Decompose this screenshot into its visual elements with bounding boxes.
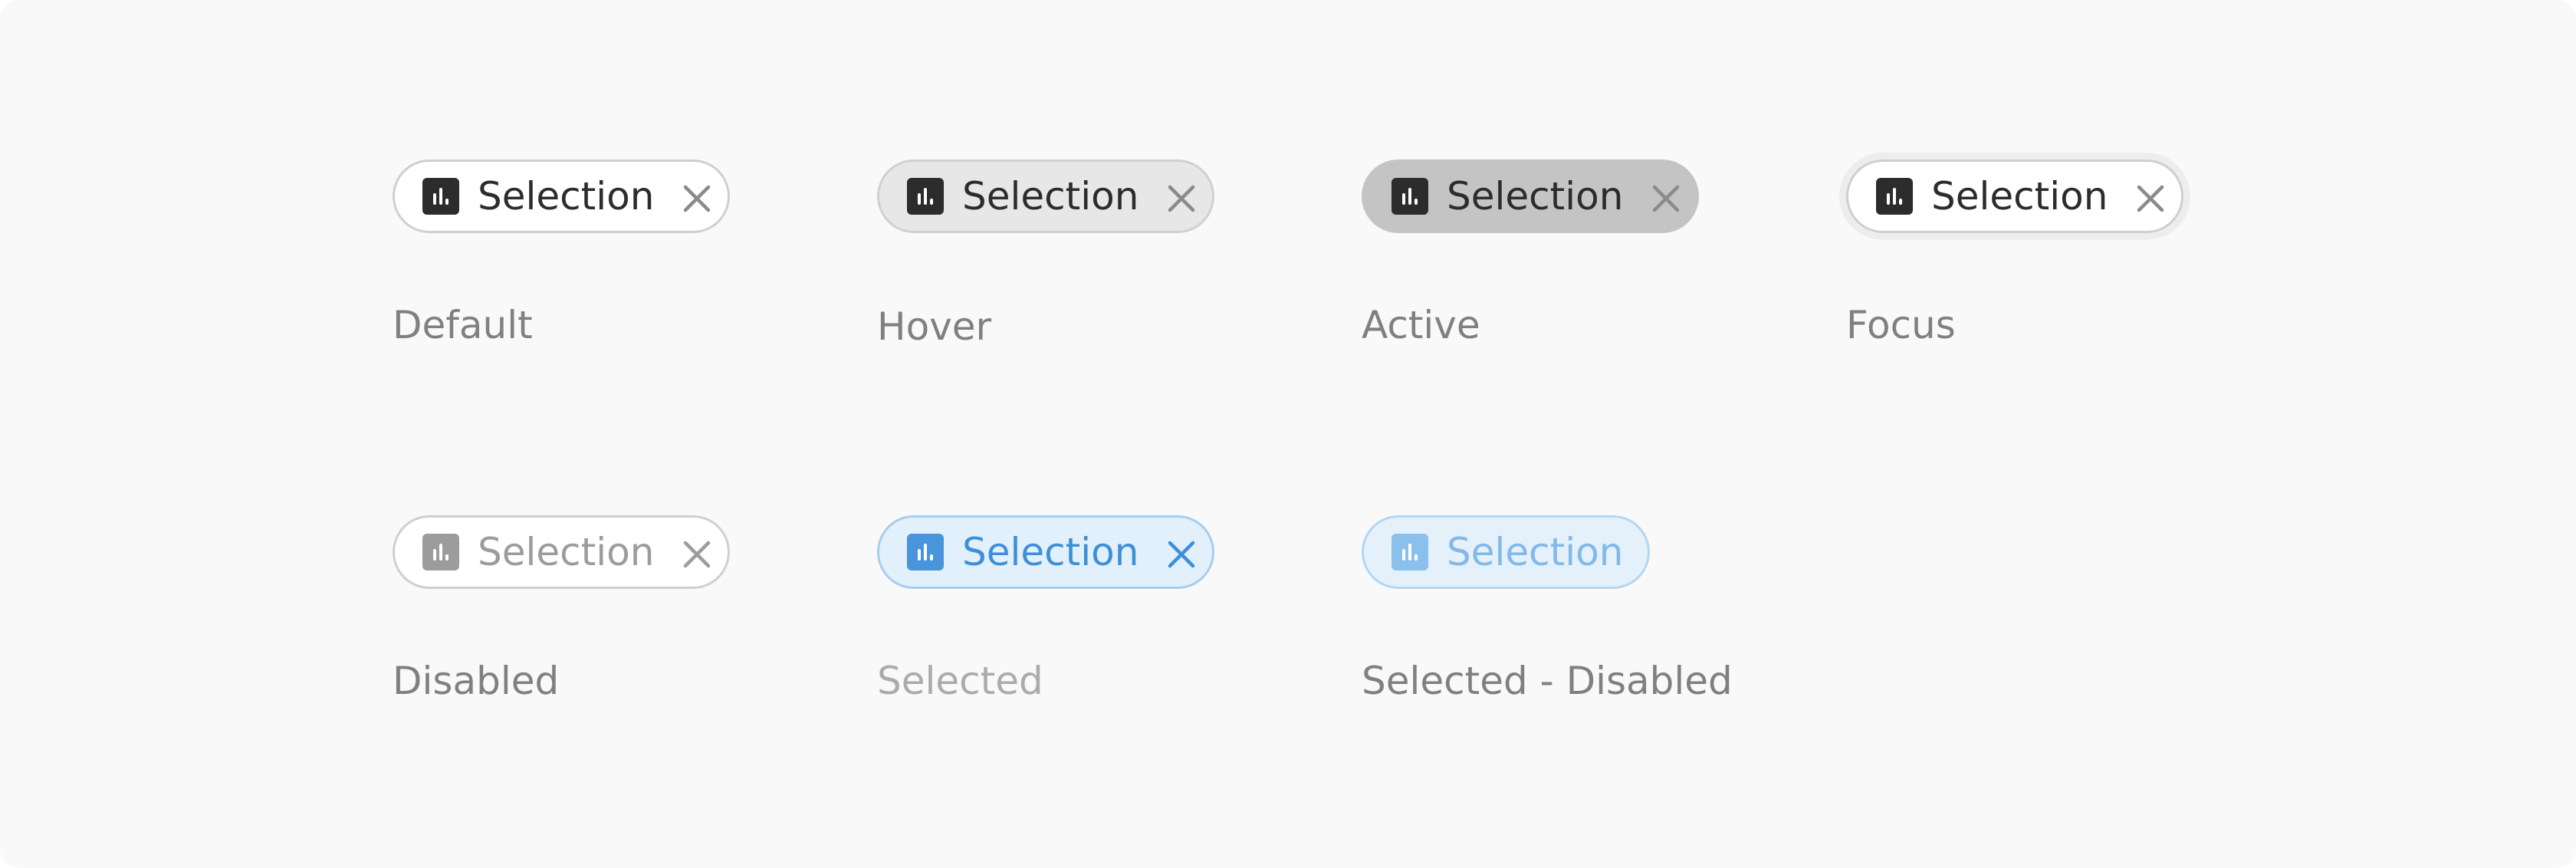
selection-chip[interactable]: Selection <box>877 515 1214 589</box>
state-label: Default <box>393 303 533 347</box>
bar-chart-icon <box>422 178 459 215</box>
state-label: Selected - Disabled <box>1362 659 1733 703</box>
chip-label: Selection <box>478 530 655 574</box>
bar-chart-icon <box>422 534 459 570</box>
chip-label: Selection <box>1447 530 1624 574</box>
selection-chip: Selection <box>1362 515 1650 589</box>
state-label: Active <box>1362 303 1480 347</box>
close-icon[interactable] <box>2132 180 2169 217</box>
component-states-board: Selection Default Selection Hover Select… <box>0 0 2576 868</box>
close-icon <box>678 536 715 573</box>
chip-label: Selection <box>1931 174 2108 219</box>
close-icon[interactable] <box>1163 180 1200 217</box>
bar-chart-icon <box>907 178 944 215</box>
bar-chart-icon <box>1392 178 1428 215</box>
chip-label: Selection <box>962 530 1139 574</box>
state-label: Hover <box>877 304 992 349</box>
selection-chip[interactable]: Selection <box>877 159 1214 233</box>
chip-label: Selection <box>1447 174 1624 219</box>
close-icon[interactable] <box>678 180 715 217</box>
state-label: Focus <box>1846 303 1956 347</box>
bar-chart-icon <box>1876 178 1913 215</box>
state-label: Disabled <box>393 659 560 703</box>
selection-chip[interactable]: Selection <box>1846 159 2183 233</box>
selection-chip: Selection <box>393 515 730 589</box>
bar-chart-icon <box>1392 534 1428 570</box>
bar-chart-icon <box>907 534 944 570</box>
chip-label: Selection <box>478 174 655 219</box>
selection-chip[interactable]: Selection <box>1362 159 1699 233</box>
selection-chip[interactable]: Selection <box>393 159 730 233</box>
state-label: Selected <box>877 659 1043 703</box>
chip-label: Selection <box>962 174 1139 219</box>
close-icon[interactable] <box>1163 536 1200 573</box>
close-icon[interactable] <box>1648 180 1684 217</box>
